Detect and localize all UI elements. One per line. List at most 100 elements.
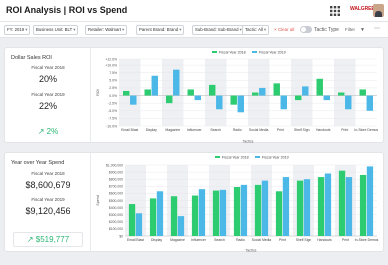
bar-fy2019 (366, 95, 373, 111)
kpi-title: Dollar Sales ROI (11, 55, 52, 61)
kpi-fy2019-label: Fiscal Year 2019 (31, 197, 65, 202)
bar-fy2018 (166, 95, 173, 104)
bar-fy2019 (177, 216, 185, 236)
y-tick-label: $900,000 (109, 170, 123, 174)
y-tick-label: -2.5% (108, 101, 117, 105)
bar-fy2019 (345, 95, 352, 110)
roi-chart: Fiscal Year 2018 Fiscal Year 2019 -10.0% -7… (95, 48, 383, 149)
x-tick-label: Social Media (249, 128, 269, 132)
y-tick-label: $1,000,000 (106, 163, 123, 167)
legend-swatch-fy2019 (255, 156, 260, 158)
y-tick-label: $100,000 (109, 227, 123, 231)
legend-swatch-fy2018 (212, 51, 217, 53)
category-band (291, 59, 313, 126)
tactic-type-label: Tactic Type (314, 27, 339, 33)
filter-chip-label: Tactic: All (245, 27, 263, 32)
x-tick-label: Shelf Sign (294, 128, 310, 132)
x-axis-label: Tactics (243, 140, 254, 144)
bar-fy2019 (261, 180, 269, 236)
y-tick-label: $500,000 (109, 199, 123, 203)
bar-fy2018 (252, 92, 259, 96)
filter-chip-sub-brand[interactable]: Sub-Brand: Sub-Brand▾ (192, 25, 245, 35)
bar-fy2018 (209, 84, 216, 96)
bar-fy2018 (230, 95, 237, 105)
y-tick-label: $800,000 (109, 178, 123, 182)
x-tick-label: Handouts (317, 238, 332, 242)
x-tick-label: Print (279, 238, 286, 242)
kpi-fy2018-value: 20% (38, 74, 57, 84)
y-tick-label: $400,000 (109, 206, 123, 210)
x-tick-label: Print (341, 128, 348, 132)
bar-fy2018 (338, 170, 346, 236)
x-tick-label: Influencer (187, 128, 203, 132)
category-band (205, 59, 227, 126)
bar-fy2019 (194, 95, 201, 101)
roi-panel: Dollar Sales ROI Fiscal Year 2018 20% Fi… (4, 47, 384, 144)
tactic-type-toggle[interactable] (300, 26, 312, 33)
bar-fy2019 (216, 95, 223, 110)
y-tick-label: $600,000 (109, 192, 123, 196)
x-tick-label: Handouts (316, 128, 331, 132)
more-icon[interactable]: ⋯ (374, 25, 380, 32)
category-band (119, 59, 141, 126)
bar-fy2019 (130, 95, 137, 105)
bar-fy2018 (149, 198, 157, 236)
x-tick-label: In-Store Demos (354, 128, 378, 132)
kpi-change: ↗ 2% (37, 127, 59, 136)
bar-fy2019 (302, 86, 309, 96)
bar-fy2019 (237, 95, 244, 113)
filter-icon[interactable]: ▼ (360, 27, 365, 33)
y-tick-label: -7.5% (108, 117, 117, 121)
y-tick-label: $700,000 (109, 185, 123, 189)
user-avatar[interactable] (373, 4, 384, 17)
kpi-fy2018-label: Fiscal Year 2018 (31, 171, 65, 176)
bar-fy2019 (323, 95, 330, 101)
spend-chart: Fiscal Year 2018 Fiscal Year 2019 $0 $100,0… (95, 153, 383, 258)
filter-chip-label: Parent Brand: Brand (139, 27, 179, 32)
filter-bar: FY: 2019▾ Business Unit: BLT▾ Retailer: … (0, 22, 388, 38)
legend-swatch-fy2019 (252, 51, 257, 53)
kpi-fy2018-value: $8,600,679 (25, 180, 71, 190)
bar-fy2019 (324, 173, 332, 236)
bar-fy2019 (259, 87, 266, 96)
legend-label: Fiscal Year 2019 (262, 156, 289, 160)
y-tick-label: +10.0% (105, 63, 117, 67)
grid-icon[interactable] (330, 6, 340, 16)
y-tick-label: +12.0% (105, 57, 117, 61)
filter-chip-business-unit[interactable]: Business Unit: BLT▾ (33, 25, 79, 35)
roi-bar-chart: Fiscal Year 2018 Fiscal Year 2019 -10.0% -7… (96, 51, 378, 144)
filter-label[interactable]: Filter (345, 27, 355, 32)
x-tick-label: Search (214, 238, 225, 242)
filter-chip-fy[interactable]: FY: 2019▾ (4, 25, 31, 35)
y-tick-label: 7.5% (109, 71, 117, 75)
filter-chip-retailer[interactable]: Retailer: Walmart▾ (85, 25, 128, 35)
filter-chip-label: Retailer: Walmart (88, 27, 122, 32)
bar-fy2019 (219, 189, 227, 236)
bar-fy2018 (144, 89, 151, 96)
bar-fy2018 (128, 204, 136, 236)
bar-fy2019 (282, 177, 290, 236)
x-tick-label: Display (146, 128, 157, 132)
bar-fy2018 (233, 187, 241, 236)
bar-fy2018 (191, 195, 199, 236)
bar-fy2018 (254, 184, 262, 236)
clear-all-button[interactable]: × Clear all (274, 27, 294, 32)
spend-panel: Year over Year Spend Fiscal Year 2018 $8… (4, 152, 384, 253)
bar-fy2018 (359, 174, 367, 236)
bar-fy2019 (151, 75, 158, 96)
legend-label: Fiscal Year 2019 (259, 51, 286, 55)
bar-fy2019 (345, 177, 353, 236)
legend-label: Fiscal Year 2018 (219, 51, 246, 55)
chevron-down-icon: ▾ (179, 27, 182, 32)
bar-fy2018 (187, 89, 194, 96)
bar-fy2019 (156, 191, 164, 236)
y-tick-label: $300,000 (109, 213, 123, 217)
filter-chip-label: Business Unit: BLT (36, 27, 73, 32)
filter-chip-parent-brand[interactable]: Parent Brand: Brand▾ (136, 25, 185, 35)
bar-fy2019 (173, 69, 180, 96)
bar-fy2018 (212, 190, 220, 236)
x-tick-label: Display (151, 238, 162, 242)
bar-fy2019 (198, 189, 206, 236)
kpi-change: ↗ $519,777 (13, 232, 83, 247)
filter-chip-tactic[interactable]: Tactic: All▾ (242, 25, 270, 35)
